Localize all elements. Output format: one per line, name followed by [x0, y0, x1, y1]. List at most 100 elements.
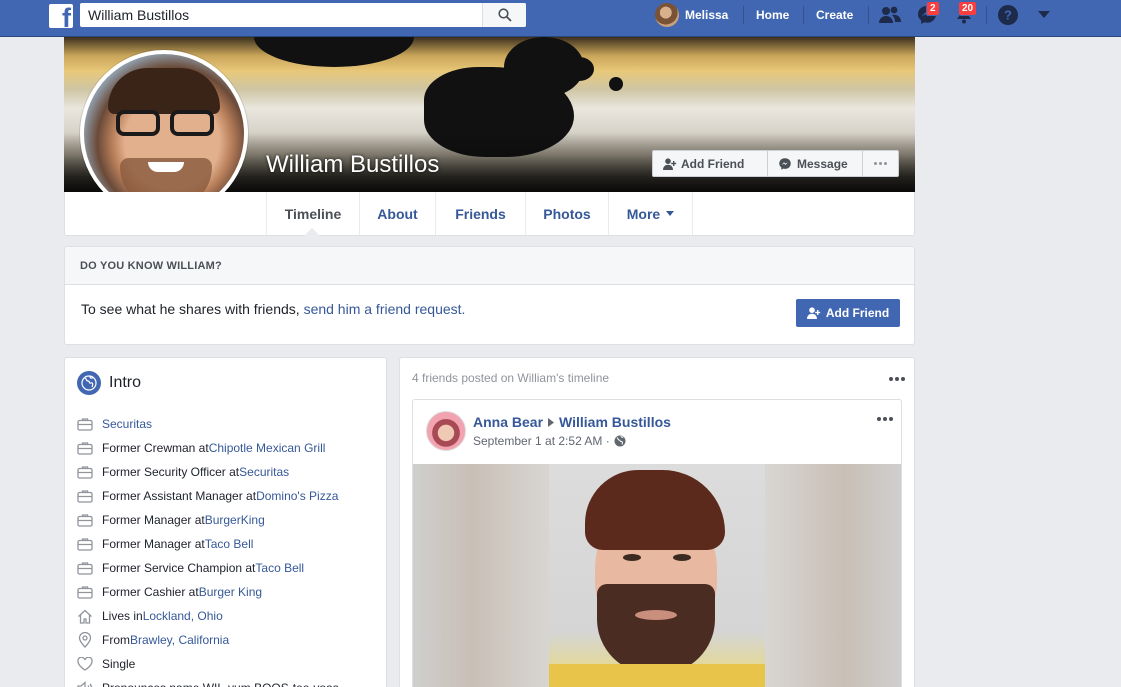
- intro-item-text: Former Service Champion at: [102, 561, 256, 575]
- intro-item-text: Former Cashier at: [102, 585, 199, 599]
- facebook-logo-icon[interactable]: f: [49, 4, 73, 28]
- timeline-options-icon[interactable]: [889, 377, 905, 381]
- tab-photos[interactable]: Photos: [526, 192, 609, 235]
- intro-list: Securitas Former Crewman at Chipotle Mexi…: [77, 412, 339, 687]
- notifications-button[interactable]: 20: [952, 1, 978, 26]
- heart-icon: [77, 656, 93, 672]
- intro-item-link[interactable]: Brawley, California: [130, 633, 229, 647]
- create-link[interactable]: Create: [816, 0, 853, 30]
- intro-item-text: Former Manager at: [102, 513, 205, 527]
- tab-label: More: [626, 205, 661, 222]
- briefcase-icon: [77, 512, 93, 528]
- search-icon: [497, 8, 512, 22]
- post-author-line: Anna Bear William Bustillos: [473, 414, 671, 430]
- card-heading: DO YOU KNOW WILLIAM?: [65, 247, 914, 285]
- intro-item-text: Pronounces name WIL-yum BOOS-tee-yoas: [102, 681, 339, 687]
- intro-item-link[interactable]: Lockland, Ohio: [143, 609, 223, 623]
- intro-item: Former Assistant Manager at Domino's Piz…: [77, 484, 339, 508]
- intro-item-text: Former Crewman at: [102, 441, 209, 455]
- post-options-icon[interactable]: [877, 417, 893, 421]
- profile-tab-bar: Timeline About Friends Photos More: [64, 192, 915, 236]
- intro-title-label: Intro: [109, 374, 142, 391]
- intro-item: Former Manager at Taco Bell: [77, 532, 339, 556]
- nav-divider: [986, 6, 987, 24]
- profile-name[interactable]: William Bustillos: [266, 151, 439, 179]
- search-button[interactable]: [482, 3, 526, 27]
- home-link[interactable]: Home: [756, 0, 789, 30]
- caret-down-icon: [666, 211, 675, 216]
- add-friend-label: Add Friend: [825, 306, 890, 320]
- cover-splatter: [344, 47, 356, 59]
- svg-text:?: ?: [1004, 8, 1012, 23]
- profile-photo: [84, 54, 244, 214]
- tab-about[interactable]: About: [360, 192, 436, 235]
- messages-count-badge: 2: [926, 1, 940, 16]
- tab-label: Timeline: [284, 205, 342, 222]
- help-button[interactable]: ?: [996, 4, 1020, 26]
- globe-icon: [77, 371, 101, 395]
- post-timestamp: September 1 at 2:52 AM ·: [473, 434, 626, 448]
- active-tab-pointer: [304, 228, 320, 236]
- briefcase-icon: [77, 560, 93, 576]
- briefcase-icon: [77, 464, 93, 480]
- nav-divider: [868, 6, 869, 24]
- briefcase-icon: [77, 440, 93, 456]
- caret-down-icon: [1038, 11, 1050, 18]
- tab-more[interactable]: More: [609, 192, 693, 235]
- nav-divider: [803, 6, 804, 24]
- sound-icon: [77, 680, 93, 687]
- search-box: [80, 3, 526, 27]
- add-friend-button[interactable]: Add Friend: [652, 150, 782, 177]
- search-input[interactable]: [80, 4, 482, 26]
- intro-item-link[interactable]: Securitas: [102, 417, 152, 431]
- send-friend-request-link[interactable]: send him a friend request.: [304, 301, 466, 317]
- card-text: To see what he shares with friends, send…: [81, 301, 465, 317]
- profile-shortcut[interactable]: Melissa: [655, 0, 728, 30]
- intro-item-link[interactable]: Domino's Pizza: [256, 489, 338, 503]
- create-label: Create: [816, 8, 854, 22]
- friend-request-card: DO YOU KNOW WILLIAM? To see what he shar…: [64, 246, 915, 345]
- intro-item-link[interactable]: Securitas: [239, 465, 289, 479]
- help-icon: ?: [998, 5, 1018, 25]
- tab-label: About: [377, 205, 418, 222]
- intro-item: Securitas: [77, 412, 339, 436]
- add-friend-label: Add Friend: [681, 156, 745, 171]
- intro-item: Single: [77, 652, 339, 676]
- messages-button[interactable]: 2: [915, 1, 940, 26]
- intro-item-link[interactable]: BurgerKing: [205, 513, 265, 527]
- intro-item: Former Service Champion at Taco Bell: [77, 556, 339, 580]
- intro-card: Intro Securitas Former Crewman at Chipotl…: [64, 357, 387, 687]
- intro-item: Lives in Lockland, Ohio: [77, 604, 339, 628]
- post-target-link[interactable]: William Bustillos: [559, 414, 671, 430]
- messenger-icon: [779, 157, 791, 170]
- more-options-button[interactable]: [862, 150, 899, 177]
- public-globe-icon: [614, 435, 626, 447]
- intro-item: Former Manager at BurgerKing: [77, 508, 339, 532]
- intro-item-link[interactable]: Chipotle Mexican Grill: [209, 441, 326, 455]
- intro-item-link[interactable]: Burger King: [199, 585, 262, 599]
- tab-friends[interactable]: Friends: [436, 192, 526, 235]
- add-friend-icon: [663, 157, 677, 170]
- message-button[interactable]: Message: [767, 150, 863, 177]
- intro-item-link[interactable]: Taco Bell: [255, 561, 304, 575]
- cover-splatter: [564, 57, 594, 81]
- post-author-link[interactable]: Anna Bear: [473, 414, 543, 430]
- add-friend-button-primary[interactable]: Add Friend: [796, 299, 900, 327]
- timeline-card: 4 friends posted on William's timeline A…: [399, 357, 915, 687]
- avatar: [655, 3, 679, 27]
- briefcase-icon: [77, 584, 93, 600]
- account-menu-button[interactable]: [1032, 4, 1056, 26]
- post-author-avatar[interactable]: [426, 411, 466, 451]
- post-photo[interactable]: [413, 464, 901, 687]
- home-label: Home: [756, 8, 790, 22]
- briefcase-icon: [77, 536, 93, 552]
- add-friend-icon: [806, 307, 821, 319]
- user-name: Melissa: [685, 8, 729, 22]
- notifications-count-badge: 20: [958, 1, 978, 16]
- intro-item: Former Cashier at Burger King: [77, 580, 339, 604]
- post-time-link[interactable]: September 1 at 2:52 AM ·: [473, 434, 610, 448]
- briefcase-icon: [77, 416, 93, 432]
- intro-item-link[interactable]: Taco Bell: [205, 537, 254, 551]
- mugshot-photo: [549, 464, 765, 687]
- friend-requests-button[interactable]: [878, 4, 902, 26]
